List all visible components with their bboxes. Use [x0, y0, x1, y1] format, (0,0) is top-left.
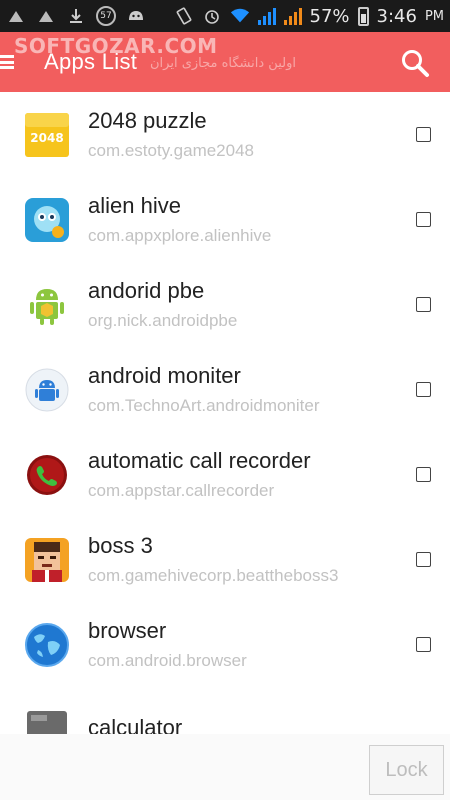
android-monitor-icon	[24, 367, 70, 413]
rotation-icon	[174, 6, 194, 26]
apps-list: 2048 2048 puzzle com.estoty.game2048 ali…	[0, 92, 450, 734]
2048-icon-text: 2048	[30, 131, 63, 145]
android-robot-icon	[24, 282, 70, 328]
app-name: calculator	[88, 714, 183, 735]
app-package: org.nick.androidpbe	[88, 310, 238, 330]
status-bar-notifications: 57	[6, 6, 174, 26]
clock-ampm: PM	[424, 8, 444, 24]
notification-icon	[6, 6, 26, 26]
app-checkbox[interactable]	[416, 381, 431, 397]
app-name: 2048 puzzle	[88, 107, 207, 133]
app-checkbox[interactable]	[416, 211, 431, 227]
list-item[interactable]: calculator	[0, 687, 450, 734]
app-checkbox[interactable]	[416, 126, 431, 142]
app-name: browser	[88, 617, 167, 643]
list-item[interactable]: andorid pbe org.nick.androidpbe	[0, 262, 450, 347]
android-icon	[126, 6, 146, 26]
app-package: com.appxplore.alienhive	[88, 225, 272, 245]
app-bar: Apps List	[0, 32, 450, 92]
app-checkbox[interactable]	[416, 296, 431, 312]
app-package: com.gamehivecorp.beattheboss3	[88, 565, 339, 585]
signal-icon	[257, 7, 276, 25]
status-bar-system: 57% 3:46 PM	[174, 5, 444, 27]
list-item[interactable]: boss 3 com.gamehivecorp.beattheboss3	[0, 517, 450, 602]
app-package: com.estoty.game2048	[88, 140, 254, 160]
clock-time: 3:46	[376, 5, 417, 27]
calculator-icon	[24, 707, 70, 734]
list-item[interactable]: automatic call recorder com.appstar.call…	[0, 432, 450, 517]
app-checkbox[interactable]	[416, 466, 431, 482]
signal-icon	[283, 7, 302, 25]
menu-icon[interactable]	[0, 53, 18, 71]
app-name: automatic call recorder	[88, 447, 311, 473]
app-package: com.TechnoArt.androidmoniter	[88, 395, 320, 415]
app-checkbox[interactable]	[416, 551, 431, 567]
battery-icon	[357, 6, 369, 26]
lock-button[interactable]: Lock	[369, 745, 444, 795]
battery-percent: 57%	[309, 5, 350, 27]
counter-badge-icon: 57	[96, 6, 116, 26]
list-item[interactable]: browser com.android.browser	[0, 602, 450, 687]
status-bar: 57 57% 3:46 PM	[0, 0, 450, 32]
bottom-bar: Lock	[0, 734, 450, 800]
call-recorder-icon	[24, 452, 70, 498]
alarm-icon	[202, 6, 222, 26]
page-title: Apps List	[44, 49, 138, 74]
download-icon	[66, 6, 86, 26]
alien-hive-icon	[24, 197, 70, 243]
2048-icon: 2048	[24, 112, 70, 158]
list-item[interactable]: android moniter com.TechnoArt.androidmon…	[0, 347, 450, 432]
wifi-icon	[230, 6, 250, 26]
app-name: andorid pbe	[88, 277, 205, 303]
boss-icon	[24, 537, 70, 583]
app-name: android moniter	[88, 362, 241, 388]
list-item[interactable]: alien hive com.appxplore.alienhive	[0, 177, 450, 262]
app-name: boss 3	[88, 532, 153, 558]
app-package: com.android.browser	[88, 650, 247, 670]
app-package: com.appstar.callrecorder	[88, 480, 275, 500]
list-item[interactable]: 2048 2048 puzzle com.estoty.game2048	[0, 92, 450, 177]
notification-icon	[36, 6, 56, 26]
search-icon[interactable]	[400, 48, 430, 78]
app-name: alien hive	[88, 192, 181, 218]
globe-icon	[24, 622, 70, 668]
app-checkbox[interactable]	[416, 636, 431, 652]
